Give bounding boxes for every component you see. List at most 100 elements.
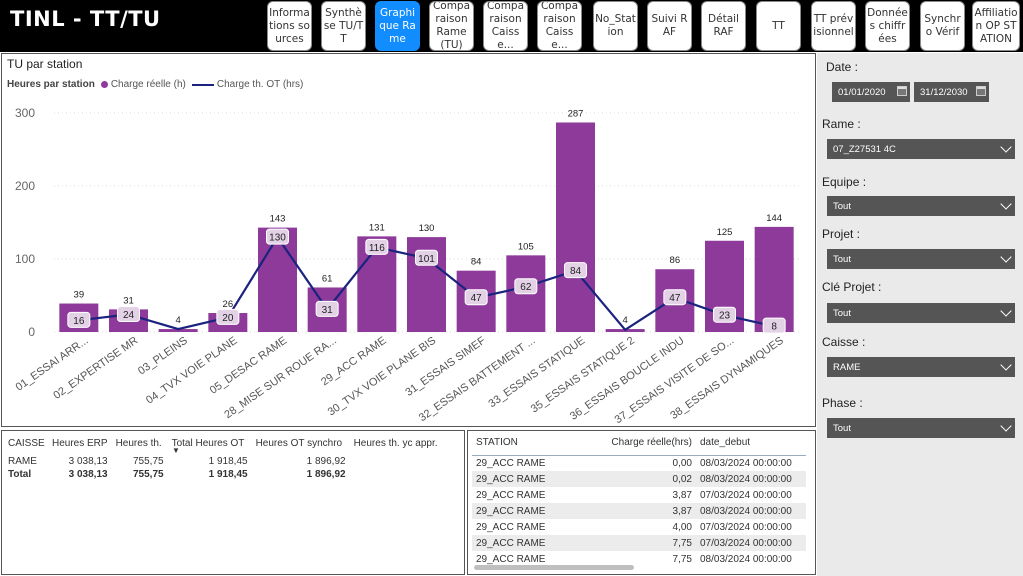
date-end-value: 31/12/2030 [920, 86, 968, 98]
tab-label: Informations sources [269, 6, 310, 45]
tab-no-station[interactable]: No_Station [593, 1, 638, 51]
date-end-input[interactable]: 31/12/2030 [914, 82, 989, 102]
col-header-heures-th[interactable]: Heures th. [112, 431, 168, 455]
cell-heures-ot-synchro: 1 896,92 [306, 456, 346, 467]
cell-heures-erp: 3 038,13 [68, 456, 108, 467]
equipe-dropdown[interactable]: Tout [827, 196, 1015, 216]
col-header-heures-erp[interactable]: Heures ERP [48, 431, 112, 455]
line-data-label: 8 [771, 322, 777, 333]
table-row[interactable]: 29_ACC RAME 0,00 08/03/2024 00:00:00 [472, 455, 806, 471]
tab-label: Affiliation OP STATION [974, 6, 1018, 45]
cell-date-debut: 07/03/2024 00:00:00 [696, 535, 806, 551]
tab-synchro-v-rif[interactable]: Synchro Vérif [920, 1, 965, 51]
date-start-input[interactable]: 01/01/2020 [832, 82, 910, 102]
col-header-heures-ot-synchro[interactable]: Heures OT synchro [252, 431, 350, 455]
cell-heures-th-yc-appr [350, 455, 442, 468]
cle-projet-filter-label: Clé Projet : [822, 280, 882, 294]
rame-selected-value: 07_Z27531 4C [833, 143, 896, 155]
tab-label: Détail RAF [708, 13, 739, 38]
table-row[interactable]: 29_ACC RAME 0,02 08/03/2024 00:00:00 [472, 471, 806, 487]
line-data-label: 84 [570, 266, 582, 277]
line-data-label: 130 [269, 233, 286, 244]
col-header-date-debut[interactable]: date_debut [696, 431, 806, 455]
bar-data-label: 287 [568, 108, 584, 119]
tab-d-tail-raf[interactable]: Détail RAF [701, 1, 746, 51]
phase-selected-value: Tout [833, 422, 851, 434]
rame-filter-label: Rame : [822, 117, 861, 131]
station-detail-table-panel: STATION Charge réelle(hrs) date_debut 29… [467, 430, 816, 575]
table-row[interactable]: 29_ACC RAME 3,87 07/03/2024 00:00:00 [472, 487, 806, 503]
horizontal-scrollbar[interactable] [474, 565, 634, 570]
cell-total-heures-ot: 1 918,45 [208, 456, 248, 467]
line-data-label: 20 [222, 313, 234, 324]
phase-dropdown[interactable]: Tout [827, 418, 1015, 438]
cell-date-debut: 08/03/2024 00:00:00 [700, 553, 792, 565]
cell-date-debut: 07/03/2024 00:00:00 [700, 521, 792, 533]
cell-station: 29_ACC RAME [472, 471, 600, 487]
tab-comparaison-caisse[interactable]: Comparaison Caisse... [537, 1, 582, 51]
station-table-header: STATION Charge réelle(hrs) date_debut [472, 431, 806, 455]
equipe-selected-value: Tout [833, 200, 851, 212]
calendar-icon[interactable] [976, 86, 986, 96]
tab-tt-pr-visionnel[interactable]: TT prévisionnel [811, 1, 856, 51]
line-data-label: 101 [418, 254, 435, 265]
bar-data-label: 26 [223, 299, 234, 310]
col-header-caisse[interactable]: CAISSE [4, 431, 48, 455]
cell-charge-reelle: 3,87 [600, 503, 696, 519]
line-data-label: 16 [73, 316, 85, 327]
station-detail-table: STATION Charge réelle(hrs) date_debut 29… [472, 431, 806, 567]
table-row[interactable]: 29_ACC RAME 3,87 08/03/2024 00:00:00 [472, 503, 806, 519]
y-tick-label: 100 [15, 252, 35, 266]
tab-comparaison-rame-tu[interactable]: Comparaison Rame (TU) [429, 1, 474, 51]
sort-descending-icon[interactable]: ▼ [172, 446, 180, 455]
tab-affiliation-op-station[interactable]: Affiliation OP STATION [972, 1, 1020, 51]
caisse-filter-label: Caisse : [822, 335, 866, 349]
tab-synth-se-tu-tt[interactable]: Synthèse TU/TT [321, 1, 366, 51]
rame-dropdown[interactable]: 07_Z27531 4C [827, 139, 1015, 159]
tab-donn-es-chiffr-es[interactable]: Données chiffrées [865, 1, 910, 51]
cell-charge-reelle: 4,00 [672, 521, 692, 533]
line-data-label: 24 [123, 310, 135, 321]
date-start-value: 01/01/2020 [838, 86, 886, 98]
tab-tt[interactable]: TT [756, 1, 801, 51]
table-row[interactable]: RAME 3 038,13 755,75 1 918,45 1 896,92 [4, 455, 442, 468]
bar[interactable] [754, 226, 794, 332]
chevron-down-icon [1000, 305, 1012, 317]
tab-label: Synthèse TU/TT [323, 6, 364, 45]
bar-data-label: 105 [518, 241, 534, 252]
chevron-down-icon [1000, 359, 1012, 371]
table-row[interactable]: 29_ACC RAME 7,75 07/03/2024 00:00:00 [472, 535, 806, 551]
calendar-icon[interactable] [897, 86, 907, 96]
col-header-station[interactable]: STATION [472, 431, 600, 455]
total-heures-th-yc-appr [350, 468, 442, 481]
cell-date-debut: 08/03/2024 00:00:00 [700, 457, 792, 469]
equipe-filter-label: Equipe : [822, 175, 867, 189]
total-heures-erp: 3 038,13 [68, 469, 108, 480]
col-header-heures-th-yc-appr[interactable]: Heures th. yc appr. [350, 431, 442, 455]
bar[interactable] [556, 122, 595, 333]
tab-suivi-raf[interactable]: Suivi RAF [647, 1, 692, 51]
chart-panel: TU par station Heures par station Charge… [1, 53, 816, 427]
table-row[interactable]: 29_ACC RAME 4,00 07/03/2024 00:00:00 [472, 519, 806, 535]
total-heures-ot: 1 918,45 [208, 469, 248, 480]
projet-dropdown[interactable]: Tout [827, 249, 1015, 269]
bar-data-label: 86 [670, 255, 681, 266]
total-heures-th: 755,75 [132, 469, 164, 480]
tab-graphique-rame[interactable]: Graphique Rame [375, 1, 420, 51]
tab-label: Comparaison Rame (TU) [432, 1, 471, 51]
bar-data-label: 39 [74, 290, 85, 301]
cell-station: 29_ACC RAME [476, 489, 546, 501]
caisse-dropdown[interactable]: RAME [827, 357, 1015, 377]
tab-label: Synchro Vérif [924, 13, 961, 38]
tu-par-station-chart: 01002003003901_ESSAI ARR...3102_EXPERTIS… [14, 106, 799, 426]
caisse-selected-value: RAME [833, 361, 861, 373]
cell-heures-th: 755,75 [132, 456, 164, 467]
tab-informations-sources[interactable]: Informations sources [267, 1, 312, 51]
tab-label: TT [772, 19, 785, 32]
col-header-charge-reelle[interactable]: Charge réelle(hrs) [600, 431, 696, 455]
cle-projet-dropdown[interactable]: Tout [827, 303, 1015, 323]
col-header-total-heures-ot[interactable]: Total Heures OT [168, 431, 252, 455]
tab-label: No_Station [595, 13, 636, 38]
tab-comparaison-caisse[interactable]: Comparaison Caisse... [483, 1, 528, 51]
app-title: TINL - TT/TU [10, 7, 161, 31]
